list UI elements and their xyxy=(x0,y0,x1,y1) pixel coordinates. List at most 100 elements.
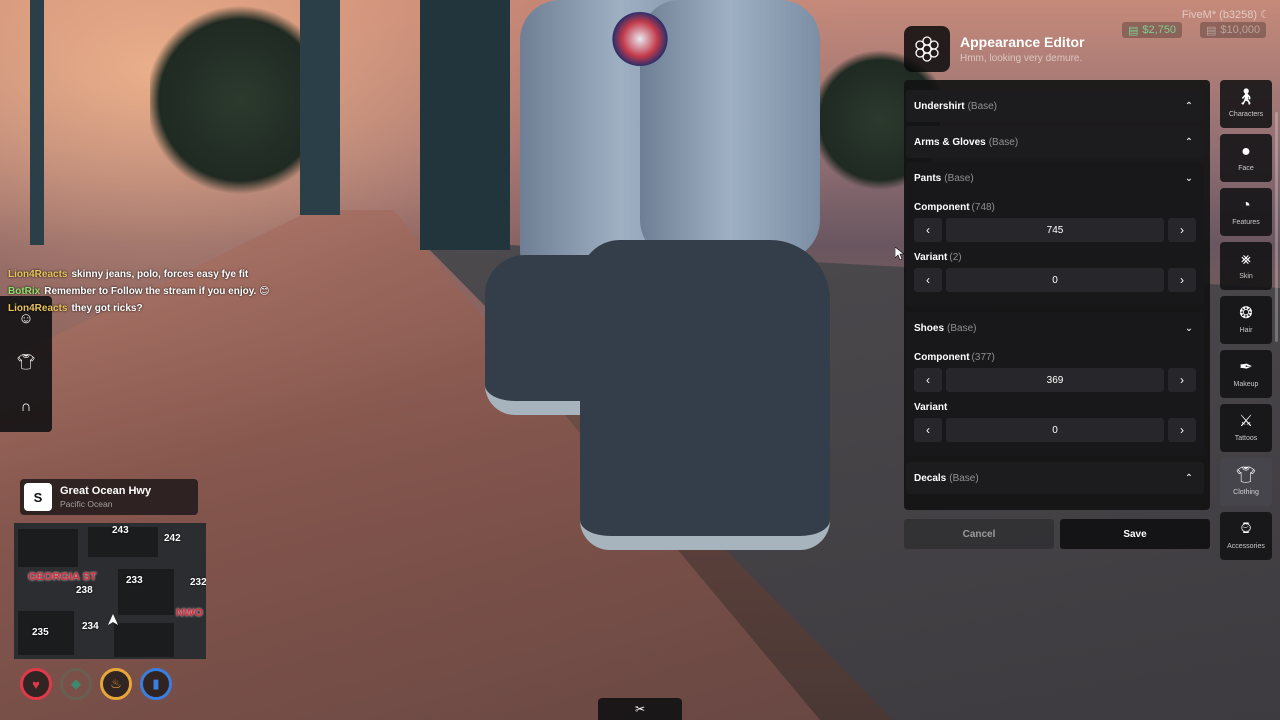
bank-amount: $10,000 xyxy=(1220,24,1261,36)
category-clothing[interactable]: 👕︎ Clothing xyxy=(1220,458,1272,506)
cancel-button[interactable]: Cancel xyxy=(904,519,1054,549)
next-button[interactable]: › xyxy=(1168,418,1196,442)
chevron-right-icon: › xyxy=(1180,273,1184,287)
character-shoe xyxy=(580,240,830,550)
category-tattoos[interactable]: ⚔ Tattoos xyxy=(1220,404,1272,452)
category-features[interactable]: ◔ Features xyxy=(1220,188,1272,236)
shirt-icon: 👕︎ xyxy=(16,354,36,371)
shoes-component-value[interactable]: 369 xyxy=(946,368,1164,392)
chevron-up-icon[interactable]: ⌃ xyxy=(1184,473,1194,484)
minimap: 243 242 233 238 235 234 232 GEORGIA ST N… xyxy=(14,523,206,659)
chat-message: Lion4Reacts skinny jeans, polo, forces ea… xyxy=(8,269,249,280)
quick-pants-button[interactable]: ∩ xyxy=(0,384,52,428)
pillar xyxy=(300,0,340,215)
map-label: 243 xyxy=(112,525,129,536)
player-arrow-icon xyxy=(108,614,118,625)
shoes-variant-label: Variant xyxy=(914,402,948,413)
chevron-left-icon: ‹ xyxy=(926,223,930,237)
editor-title: Appearance Editor xyxy=(960,34,1085,50)
chevron-left-icon: ‹ xyxy=(926,423,930,437)
map-label: 242 xyxy=(164,533,181,544)
hunger-ring: ♨ xyxy=(100,668,132,700)
clothing-panel[interactable]: Undershirt (Base) ⌃ Arms & Gloves (Base) ⌃… xyxy=(904,80,1210,510)
chevron-right-icon: › xyxy=(1180,373,1184,387)
pants-variant-value[interactable]: 0 xyxy=(946,268,1164,292)
editor-subtitle: Hmm, looking very demure. xyxy=(960,53,1083,64)
next-button[interactable]: › xyxy=(1168,268,1196,292)
map-block xyxy=(114,623,174,657)
features-icon: ◔ xyxy=(1241,197,1251,214)
flower-icon xyxy=(915,36,939,62)
fork-knife-icon: ♨ xyxy=(110,676,122,691)
category-accessories[interactable]: ⌚︎ Accessories xyxy=(1220,512,1272,560)
section-undershirt[interactable]: Undershirt (Base) ⌃ xyxy=(906,90,1204,122)
chat-message: Lion4Reacts they got ricks? xyxy=(8,303,143,314)
pillar xyxy=(420,0,510,250)
chevron-right-icon: › xyxy=(1180,223,1184,237)
pants-icon: ∩ xyxy=(20,397,32,415)
category-skin[interactable]: ⨳ Skin xyxy=(1220,242,1272,290)
zone-name: Pacific Ocean xyxy=(60,499,113,509)
pants-component-label: Component (748) xyxy=(914,202,995,213)
bottom-toggle-tab[interactable]: ✂ xyxy=(598,698,682,720)
bottle-icon: ▮ xyxy=(152,676,160,691)
shirt-icon: 👕︎ xyxy=(1235,467,1257,484)
shoes-block: Shoes (Base) ⌄ Component (377) ‹ 369 › Var… xyxy=(906,312,1204,456)
map-label: 234 xyxy=(82,621,99,632)
panel-scrollbar[interactable] xyxy=(1275,112,1278,342)
person-icon: 🚶︎ xyxy=(1235,89,1257,106)
section-title: Pants (Base) xyxy=(914,172,974,184)
map-label: 232 xyxy=(190,577,206,588)
quick-shirt-button[interactable]: 👕︎ xyxy=(0,340,52,384)
section-title: Arms & Gloves (Base) xyxy=(914,136,1019,148)
category-hair[interactable]: ❂ Hair xyxy=(1220,296,1272,344)
shoes-variant-value[interactable]: 0 xyxy=(946,418,1164,442)
shoes-component-label: Component (377) xyxy=(914,352,995,363)
shoes-component-stepper: ‹ 369 › xyxy=(914,368,1196,392)
section-shoes[interactable]: Shoes (Base) ⌄ xyxy=(906,312,1204,344)
chat-message: BotRix Remember to Follow the stream if y… xyxy=(8,286,270,297)
pants-component-stepper: ‹ 745 › xyxy=(914,218,1196,242)
street-name: Great Ocean Hwy xyxy=(60,485,152,497)
face-icon: ● xyxy=(1241,143,1251,160)
section-decals[interactable]: Decals (Base) ⌃ xyxy=(906,462,1204,494)
chevron-right-icon: › xyxy=(1180,423,1184,437)
editor-actions: Cancel Save xyxy=(904,519,1210,549)
mouse-cursor-icon xyxy=(895,247,905,261)
chevron-down-icon[interactable]: ⌄ xyxy=(1184,323,1194,334)
clothing-tag-icon: ✂ xyxy=(634,702,646,716)
pants-variant-stepper: ‹ 0 › xyxy=(914,268,1196,292)
editor-logo xyxy=(904,26,950,72)
pants-component-value[interactable]: 745 xyxy=(946,218,1164,242)
map-label: 235 xyxy=(32,627,49,638)
editor-header: Appearance Editor Hmm, looking very demu… xyxy=(904,24,1210,74)
prev-button[interactable]: ‹ xyxy=(914,268,942,292)
pole xyxy=(30,0,44,245)
pants-block: Pants (Base) ⌄ Component (748) ‹ 745 › Var… xyxy=(906,162,1204,306)
chevron-down-icon[interactable]: ⌄ xyxy=(1184,173,1194,184)
save-button[interactable]: Save xyxy=(1060,519,1210,549)
category-face[interactable]: ● Face xyxy=(1220,134,1272,182)
map-label: 233 xyxy=(126,575,143,586)
next-button[interactable]: › xyxy=(1168,368,1196,392)
stream-chat: Lion4Reacts skinny jeans, polo, forces ea… xyxy=(8,266,270,317)
status-bar: ♥ ◆ ♨ ▮ xyxy=(20,668,172,700)
prev-button[interactable]: ‹ xyxy=(914,368,942,392)
tattoo-icon: ⚔ xyxy=(1238,413,1254,430)
prev-button[interactable]: ‹ xyxy=(914,418,942,442)
map-block xyxy=(18,529,78,567)
location-display: S Great Ocean Hwy Pacific Ocean xyxy=(20,479,198,515)
prev-button[interactable]: ‹ xyxy=(914,218,942,242)
map-street-label: GEORGIA ST xyxy=(28,571,97,583)
chevron-up-icon[interactable]: ⌃ xyxy=(1184,101,1194,112)
watch-icon: ⌚︎ xyxy=(1237,521,1254,538)
section-arms-gloves[interactable]: Arms & Gloves (Base) ⌃ xyxy=(906,126,1204,158)
category-characters[interactable]: 🚶︎ Characters xyxy=(1220,80,1272,128)
section-pants[interactable]: Pants (Base) ⌄ xyxy=(906,162,1204,194)
server-tag: FiveM* (b3258) ☾ xyxy=(1181,9,1270,21)
pants-variant-label: Variant (2) xyxy=(914,252,962,263)
health-ring: ♥ xyxy=(20,668,52,700)
next-button[interactable]: › xyxy=(1168,218,1196,242)
chevron-up-icon[interactable]: ⌃ xyxy=(1184,137,1194,148)
category-makeup[interactable]: ✒ Makeup xyxy=(1220,350,1272,398)
